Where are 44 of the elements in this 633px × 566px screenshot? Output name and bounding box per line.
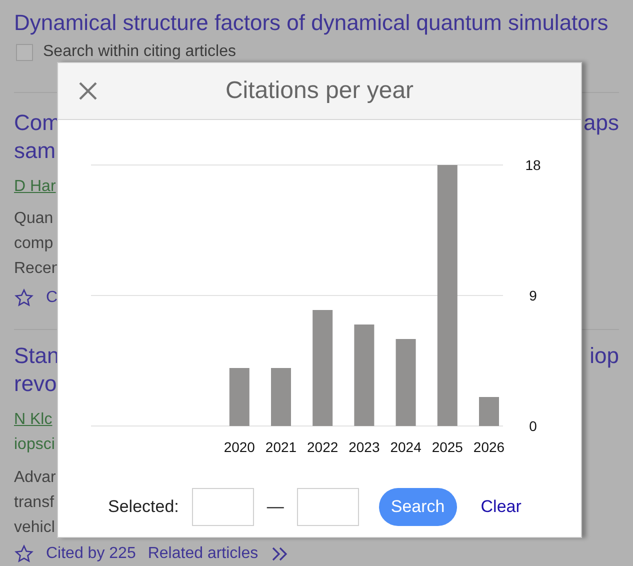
axis-label: 2021	[265, 439, 297, 455]
axis-label: 2026	[473, 439, 505, 455]
snippet-text: vehicl	[14, 518, 55, 538]
result-title[interactable]: Stan	[14, 342, 60, 370]
year-from-field[interactable]	[192, 488, 254, 526]
search-button[interactable]: Search	[378, 488, 457, 526]
bar[interactable]	[437, 165, 458, 426]
result-title[interactable]: revo	[14, 370, 57, 398]
venue-text: iopsci	[14, 435, 55, 455]
snippet-text: comp	[14, 234, 54, 254]
source-link[interactable]: iop	[590, 342, 619, 370]
author-link[interactable]: N Klc	[14, 407, 52, 432]
axis-label: 2024	[390, 439, 422, 455]
close-icon	[78, 81, 98, 101]
dialog-title: Citations per year	[225, 76, 414, 106]
snippet-text: transf	[14, 493, 54, 513]
author-link[interactable]: D Har	[14, 174, 56, 199]
snippet-text: Quan	[14, 209, 54, 229]
clear-link[interactable]: Clear	[480, 494, 522, 520]
range-separator: —	[266, 496, 284, 518]
action-link[interactable]: Cited by 225	[46, 546, 136, 562]
bar[interactable]	[229, 368, 250, 426]
axis-label: 2022	[307, 439, 338, 455]
star-icon[interactable]	[14, 544, 34, 564]
axis-label: 18	[525, 157, 541, 173]
axis-label: 2025	[432, 439, 463, 455]
axis-label: 2020	[224, 439, 255, 455]
source-link[interactable]: aps	[584, 109, 619, 137]
star-icon[interactable]	[14, 288, 34, 308]
result-title[interactable]: sam	[14, 137, 56, 165]
action-link[interactable]: C	[46, 287, 58, 309]
checkbox[interactable]	[16, 44, 33, 60]
action-link[interactable]: Related articles	[148, 546, 258, 562]
article-title[interactable]: Dynamical structure factors of dynamical quantum simulators	[14, 8, 619, 38]
axis-label: 2023	[348, 439, 380, 455]
axis-label: 0	[529, 418, 537, 434]
bar[interactable]	[396, 339, 416, 426]
axis-label: 9	[529, 288, 537, 304]
year-to-field[interactable]	[296, 488, 359, 526]
bar[interactable]	[312, 310, 333, 426]
snippet-text: Advar	[14, 468, 56, 488]
bar[interactable]	[354, 324, 374, 426]
selected-label: Selected:	[108, 496, 179, 518]
checkbox-label[interactable]: Search within citing articles	[43, 43, 236, 61]
